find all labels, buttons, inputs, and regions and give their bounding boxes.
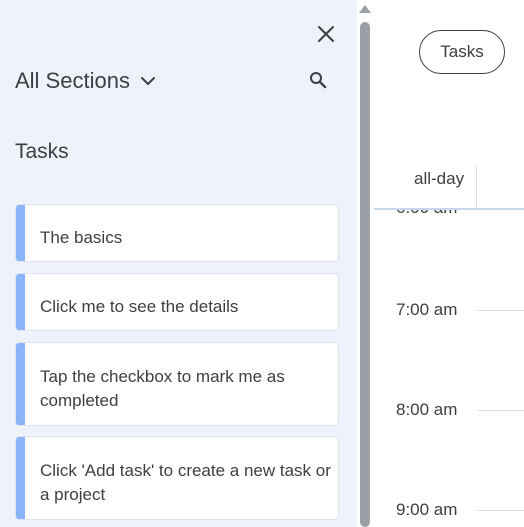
task-item[interactable]: Tap the checkbox to mark me as completed — [15, 342, 339, 426]
chevron-down-icon — [140, 77, 155, 85]
task-color-stripe — [16, 274, 25, 330]
task-item-label: Tap the checkbox to mark me as completed — [40, 367, 285, 410]
task-color-stripe — [16, 437, 25, 519]
time-label: 8:00 am — [396, 400, 458, 419]
scrollbar[interactable] — [357, 0, 373, 527]
all-day-divider — [476, 165, 477, 209]
section-dropdown[interactable]: All Sections — [15, 66, 156, 96]
task-item-label: Click 'Add task' to create a new task or… — [40, 461, 331, 504]
hour-gridline — [477, 410, 524, 411]
section-dropdown-label: All Sections — [15, 68, 130, 93]
hour-gridline — [477, 310, 524, 311]
task-item[interactable]: Click 'Add task' to create a new task or… — [15, 436, 339, 520]
time-label: 9:00 am — [396, 500, 458, 519]
close-icon — [318, 26, 334, 42]
task-item-label: The basics — [40, 228, 123, 247]
scroll-up-arrow-icon[interactable] — [359, 5, 371, 13]
task-item[interactable]: The basics — [15, 204, 339, 262]
tasks-heading: Tasks — [15, 140, 69, 163]
close-button[interactable] — [314, 22, 338, 46]
tasks-chip-button[interactable]: Tasks — [419, 30, 505, 74]
time-label: 7:00 am — [396, 300, 458, 319]
all-day-label: all-day — [414, 169, 465, 188]
time-slot-clip: 6:00 am — [374, 210, 524, 230]
hour-gridline — [477, 510, 524, 511]
search-icon — [310, 72, 327, 89]
scrollbar-thumb[interactable] — [360, 22, 370, 527]
task-item[interactable]: Click me to see the details — [15, 273, 339, 331]
time-label: 6:00 am — [396, 210, 457, 218]
task-item-label: Click me to see the details — [40, 297, 239, 316]
search-button[interactable] — [306, 68, 330, 92]
task-color-stripe — [16, 343, 25, 425]
task-color-stripe — [16, 205, 25, 261]
tasks-side-panel: All Sections Tasks The basics Click me t… — [0, 0, 357, 527]
